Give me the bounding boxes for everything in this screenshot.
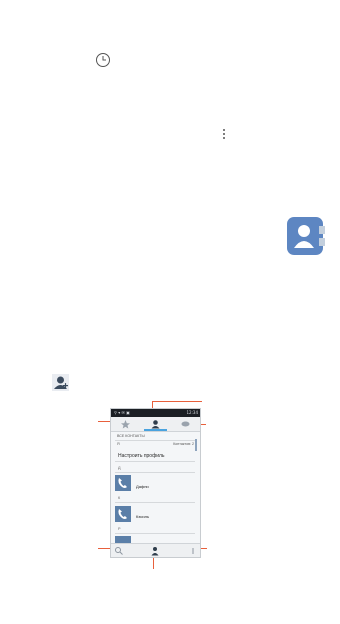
tab-bar	[111, 417, 200, 432]
section-title: ВСЕ КОНТАКТЫ	[117, 434, 145, 438]
group-icon	[181, 421, 190, 427]
bottom-bar	[111, 543, 200, 557]
tab-groups[interactable]	[171, 417, 200, 431]
contacts-app-icon	[286, 216, 326, 256]
contact-avatar[interactable]	[115, 506, 131, 522]
contact-avatar[interactable]	[115, 475, 131, 491]
group-letter: Р	[118, 527, 121, 531]
contact-avatar[interactable]	[115, 536, 131, 543]
contact-name[interactable]: Дафни	[136, 484, 149, 489]
contact-name[interactable]: Кэсиль	[136, 514, 149, 519]
status-icons: ⚲ ▾ ✉ ▣	[114, 410, 130, 415]
scrollbar[interactable]	[195, 439, 197, 451]
group-letter: К	[118, 496, 121, 500]
divider	[115, 533, 195, 534]
phone-handset-icon	[118, 509, 127, 519]
callout-line-contacts-tab	[152, 401, 202, 402]
active-tab-indicator	[144, 429, 167, 431]
clock-icon	[95, 52, 111, 68]
account-label: Я	[117, 442, 120, 446]
tab-favorites[interactable]	[111, 417, 140, 431]
add-contact-icon	[52, 374, 69, 391]
divider	[115, 461, 195, 462]
divider	[115, 502, 195, 503]
more-icon[interactable]	[190, 546, 196, 556]
vertical-dots-icon	[221, 127, 227, 141]
status-time: 12:34	[186, 410, 198, 415]
search-icon[interactable]	[114, 546, 124, 556]
profile-prompt[interactable]: Настроить профиль	[118, 453, 165, 459]
status-bar: ⚲ ▾ ✉ ▣ 12:34	[111, 409, 200, 417]
group-letter: Д	[118, 466, 121, 470]
phone-screenshot: ⚲ ▾ ✉ ▣ 12:34 ВСЕ КОНТАКТЫ Я Контактов: …	[110, 408, 201, 558]
divider	[115, 472, 195, 473]
phone-handset-icon	[118, 478, 127, 488]
divider	[115, 440, 195, 441]
contacts-count: Контактов: 2	[173, 442, 194, 446]
person-add-icon[interactable]	[149, 546, 161, 556]
star-icon	[121, 420, 130, 429]
